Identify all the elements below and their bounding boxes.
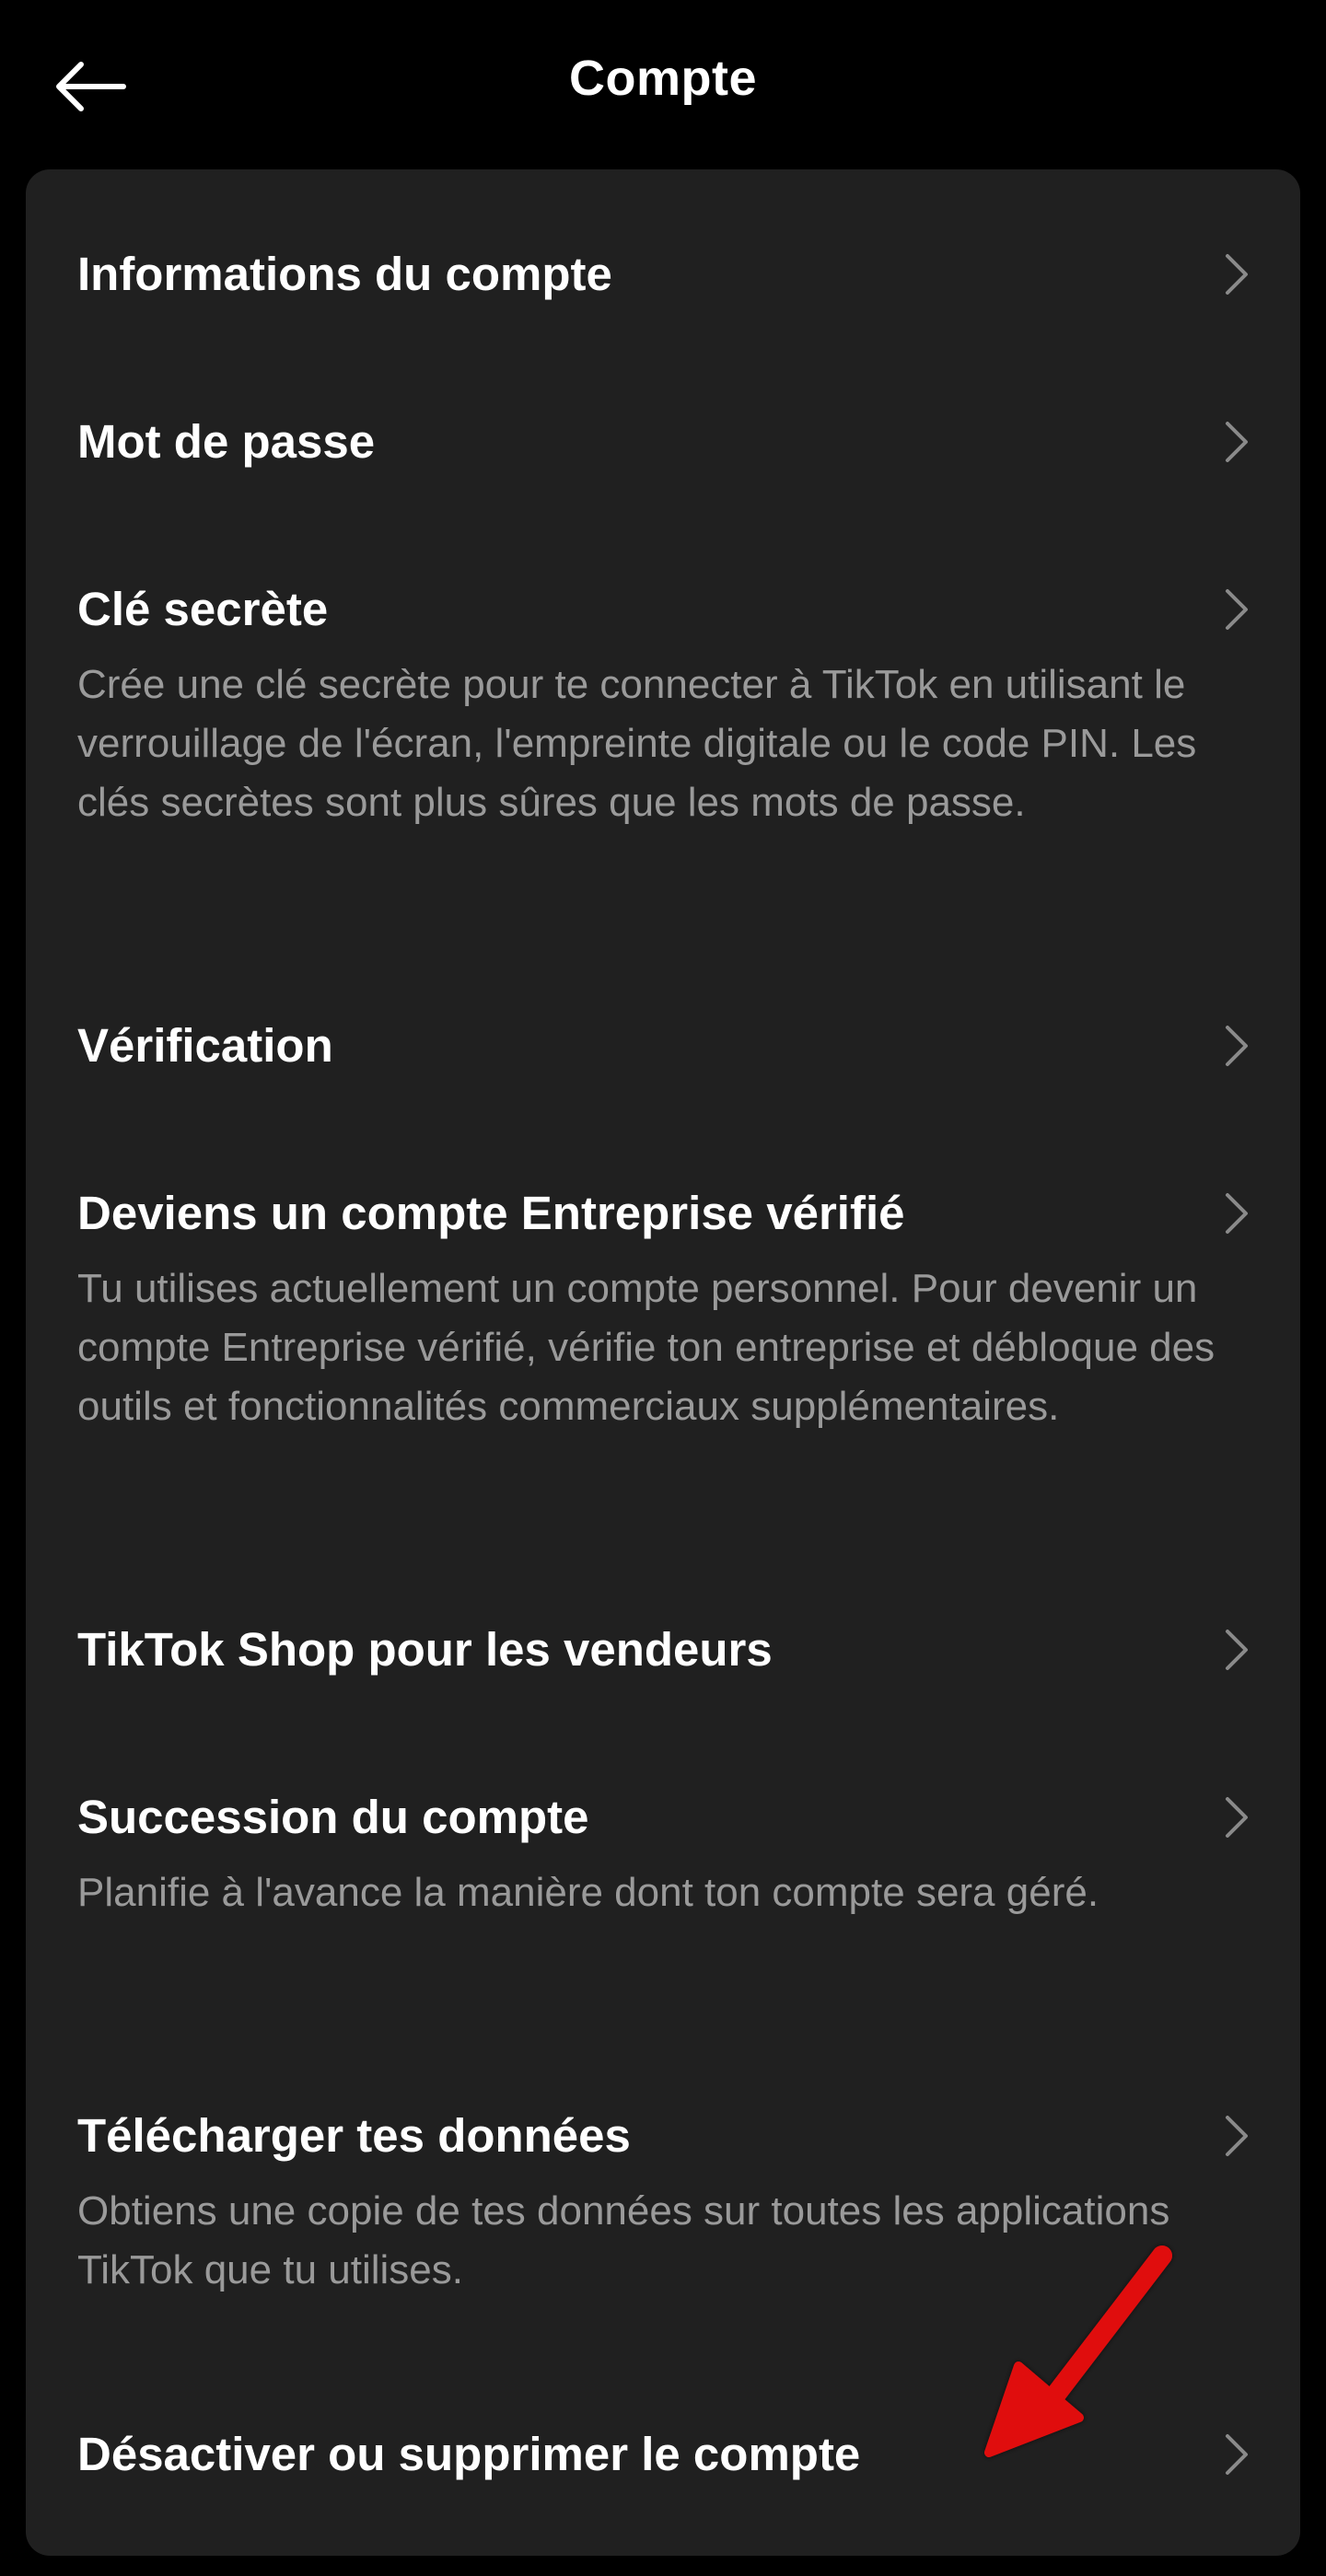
chevron-right-icon <box>1223 2432 1250 2477</box>
chevron-right-icon <box>1223 252 1250 296</box>
settings-item-description: Obtiens une copie de tes données sur tou… <box>77 2188 1170 2292</box>
settings-item-download-data[interactable]: Télécharger tes données Obtiens une copi… <box>26 2031 1300 2350</box>
settings-item-tiktok-shop[interactable]: TikTok Shop pour les vendeurs <box>26 1545 1300 1712</box>
settings-item-title: Vérification <box>77 1019 333 1072</box>
settings-item-title: Télécharger tes données <box>77 2109 631 2162</box>
settings-item-title: Clé secrète <box>77 583 329 635</box>
chevron-right-icon <box>1223 2114 1250 2158</box>
settings-item-title: Deviens un compte Entreprise vérifié <box>77 1187 905 1239</box>
account-settings-screen: Compte Informations du compte Mot de pas… <box>0 0 1326 2576</box>
chevron-right-icon <box>1223 1795 1250 1839</box>
settings-item-passkey[interactable]: Clé secrète Crée une clé secrète pour te… <box>26 505 1300 941</box>
settings-list: Informations du compte Mot de passe Clé … <box>26 169 1300 2556</box>
chevron-right-icon <box>1223 420 1250 464</box>
settings-item-title: TikTok Shop pour les vendeurs <box>77 1623 773 1676</box>
chevron-right-icon <box>1223 587 1250 632</box>
settings-item-title: Succession du compte <box>77 1791 589 1843</box>
top-bar: Compte <box>0 0 1326 169</box>
settings-item-description: Tu utilises actuellement un compte perso… <box>77 1266 1216 1429</box>
settings-item-account-info[interactable]: Informations du compte <box>26 169 1300 337</box>
settings-item-deactivate-delete[interactable]: Désactiver ou supprimer le compte <box>26 2350 1300 2556</box>
settings-item-description: Planifie à l'avance la manière dont ton … <box>77 1870 1099 1915</box>
chevron-right-icon <box>1223 1024 1250 1068</box>
settings-item-title: Informations du compte <box>77 248 612 300</box>
settings-item-verification[interactable]: Vérification <box>26 941 1300 1108</box>
settings-item-title: Désactiver ou supprimer le compte <box>77 2428 861 2480</box>
chevron-right-icon <box>1223 1628 1250 1672</box>
settings-item-verified-business[interactable]: Deviens un compte Entreprise vérifié Tu … <box>26 1108 1300 1545</box>
settings-item-account-succession[interactable]: Succession du compte Planifie à l'avance… <box>26 1712 1300 2031</box>
settings-item-description: Crée une clé secrète pour te connecter à… <box>77 662 1197 825</box>
settings-item-password[interactable]: Mot de passe <box>26 337 1300 505</box>
page-title: Compte <box>569 51 757 106</box>
chevron-right-icon <box>1223 1191 1250 1236</box>
settings-item-title: Mot de passe <box>77 415 376 468</box>
